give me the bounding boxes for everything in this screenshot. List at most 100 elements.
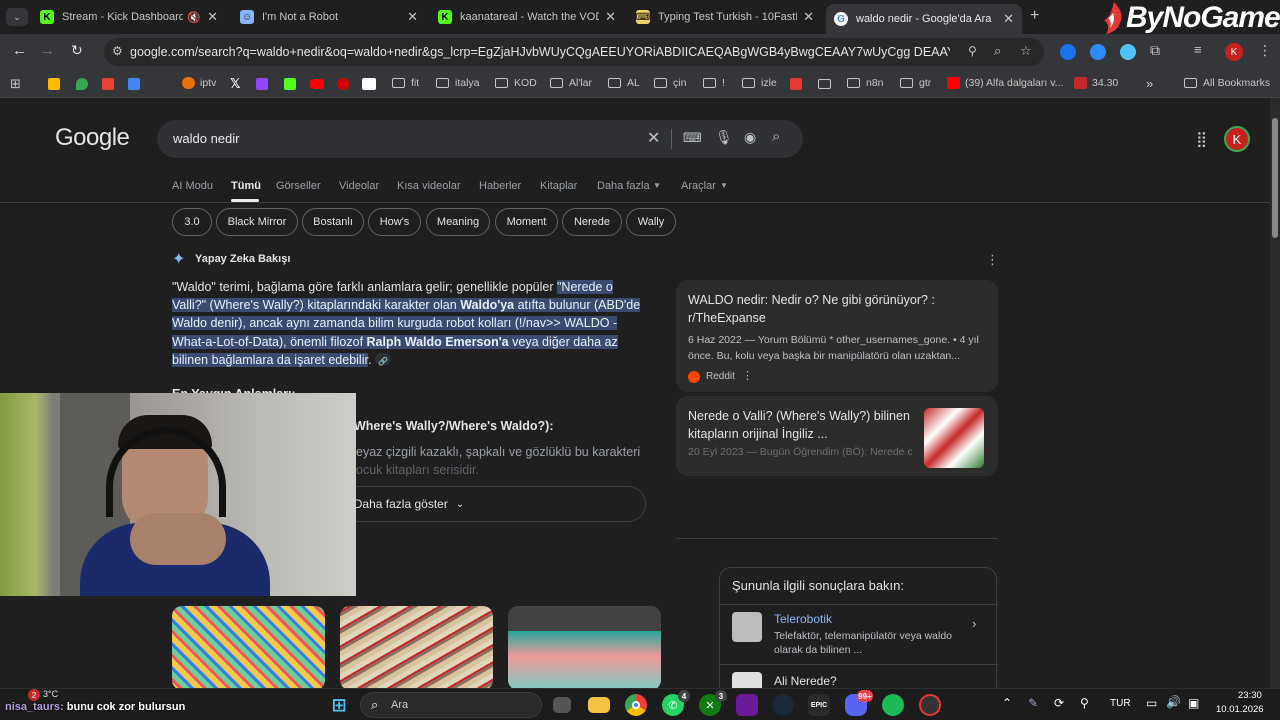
lens-icon[interactable]: ◉ [744,129,756,146]
related-link[interactable]: Ali Nerede? [774,674,837,688]
search-box[interactable]: waldo nedir ✕ ⌨ 🎙 ◉ ⌕ [157,120,803,158]
tab-more[interactable]: Daha fazla [597,180,650,192]
site-info-icon[interactable]: ⚙ [112,44,123,58]
source-title[interactable]: WALDO nedir: Nedir o? Ne gibi görünüyor?… [688,291,984,327]
bookmark-folder[interactable]: çin [654,77,686,89]
bookmark-folder[interactable]: fit [392,77,419,89]
tab-tools[interactable]: Araçlar [681,180,716,192]
page-scrollbar[interactable] [1270,98,1280,688]
image-result[interactable] [172,606,325,688]
bookmark-folder[interactable]: KOD [495,77,537,89]
folder-icon[interactable] [818,79,831,89]
related-link[interactable]: Telerobotik [774,612,832,626]
source-card[interactable]: Nerede o Valli? (Where's Wally?) bilinen… [676,396,998,476]
google-logo[interactable]: Google [55,124,130,152]
filter-chip[interactable]: 3.0 [172,208,212,236]
filter-chip[interactable]: How's [368,208,421,236]
filter-chip[interactable]: Bostanlı [302,208,364,236]
bookmark-folder[interactable]: Al'lar [550,77,592,89]
bookmark-folder[interactable]: gtr [900,77,931,89]
kick-icon[interactable] [284,78,296,90]
image-result[interactable] [508,606,661,688]
zoom-icon[interactable]: ⌕ [994,43,1001,59]
forward-icon[interactable]: → [40,42,55,59]
filter-chip[interactable]: Wally [626,208,676,236]
filter-chip[interactable]: Black Mirror [216,208,298,236]
close-tab-icon[interactable]: ✕ [605,9,616,25]
browser-tab[interactable]: ☺ I'm Not a Robot ✕ [232,4,426,30]
image-result[interactable] [340,606,493,688]
shazam-icon[interactable] [1090,44,1106,60]
taskbar-search[interactable]: ⌕ Ara [360,692,542,718]
filter-chip[interactable]: Meaning [426,208,490,236]
source-title[interactable]: Nerede o Valli? (Where's Wally?) bilinen… [688,407,912,443]
google-apps-icon[interactable]: ⣿ [1196,130,1207,148]
bookmark-icon[interactable] [362,78,376,90]
link-icon[interactable]: 🔗 [374,352,391,366]
menu-icon[interactable]: ⋮ [1258,42,1272,59]
file-explorer-icon[interactable] [588,697,610,713]
microphone-icon[interactable]: 🎙 [715,129,733,146]
steam-icon[interactable] [772,694,794,716]
all-bookmarks[interactable]: All Bookmarks [1184,77,1270,89]
filter-chip[interactable]: Moment [495,208,558,236]
tab-images[interactable]: Görseller [276,180,321,192]
bookmark-icon[interactable] [337,78,349,90]
close-tab-icon[interactable]: ✕ [207,9,218,25]
bookmark-folder[interactable]: italya [436,77,480,89]
gmail-icon[interactable] [102,78,114,90]
discord-icon[interactable]: 99+ [845,690,873,716]
mute-icon[interactable]: 🔇 [187,11,201,24]
twitch-icon[interactable] [256,78,268,90]
search-icon[interactable]: ⌕ [772,128,780,145]
close-tab-icon[interactable]: ✕ [803,9,814,25]
whatsapp-icon[interactable]: ✆ 4 [662,690,690,716]
bookmark-link[interactable]: 34.30 [1074,77,1118,89]
browser-tab[interactable]: ⌨ Typing Test Turkish - 10FastFing ✕ [628,4,822,30]
tab-search-button[interactable]: ⌄ [6,8,28,26]
tab-short-videos[interactable]: Kısa videolar [397,180,461,192]
close-tab-icon[interactable]: ✕ [1003,11,1014,27]
chevron-up-icon[interactable]: ⌃ [1002,696,1012,710]
scrollbar-thumb[interactable] [1272,118,1278,238]
xbox-icon[interactable]: ✕ 3 [699,690,727,716]
address-bar[interactable]: ⚙ google.com/search?q=waldo+nedir&oq=wal… [104,38,1044,66]
app-icon[interactable] [919,694,941,716]
tab-ai-mode[interactable]: AI Modu [172,180,213,192]
browser-tab-active[interactable]: G waldo nedir - Google'da Ara ✕ [826,4,1022,34]
bookmark-iptv[interactable]: iptv [182,77,216,89]
clock-date[interactable]: 10.01.2026 [1216,704,1264,715]
bookmark-folder[interactable]: izle [742,77,777,89]
bookmark-youtube[interactable]: (39) Alfa dalgaları v... [947,77,1063,89]
spotify-icon[interactable] [882,694,904,716]
bookmark-folder[interactable]: ! [703,77,725,89]
source-card[interactable]: WALDO nedir: Nedir o? Ne gibi görünüyor?… [676,280,998,392]
tab-all[interactable]: Tümü [231,180,261,192]
bookmark-star-icon[interactable]: ☆ [1020,43,1032,59]
language-indicator[interactable]: TUR [1110,698,1131,709]
filter-chip[interactable]: Nerede [562,208,622,236]
new-tab-button[interactable]: + [1030,7,1039,25]
network-icon[interactable]: ▭ [1146,696,1157,710]
more-options-icon[interactable]: ⋮ [986,252,999,268]
tab-videos[interactable]: Videolar [339,180,379,192]
extension-icon[interactable] [1120,44,1136,60]
more-bookmarks-icon[interactable]: » [1146,76,1153,91]
clear-icon[interactable]: ✕ [647,128,660,148]
browser-tab[interactable]: K Stream - Kick Dashboard 🔇 ✕ [32,4,226,30]
tray-icon[interactable]: ⚲ [1080,696,1089,710]
maps-icon[interactable] [76,78,88,90]
youtube-icon[interactable] [310,79,324,89]
close-tab-icon[interactable]: ✕ [407,9,418,25]
tray-sync-icon[interactable]: ⟳ [1054,696,1064,710]
profile-avatar[interactable]: K [1225,43,1243,61]
tab-news[interactable]: Haberler [479,180,521,192]
epic-games-icon[interactable]: EPIC [808,694,830,716]
back-icon[interactable]: ← [12,42,27,59]
location-icon[interactable]: ⚲ [968,44,977,58]
reload-icon[interactable]: ↻ [71,42,83,59]
media-controls-icon[interactable]: ≡ [1194,42,1202,57]
volume-icon[interactable]: 🔊 [1166,695,1181,709]
more-options-icon[interactable]: ⋮ [742,369,753,382]
chrome-icon[interactable] [625,694,647,716]
